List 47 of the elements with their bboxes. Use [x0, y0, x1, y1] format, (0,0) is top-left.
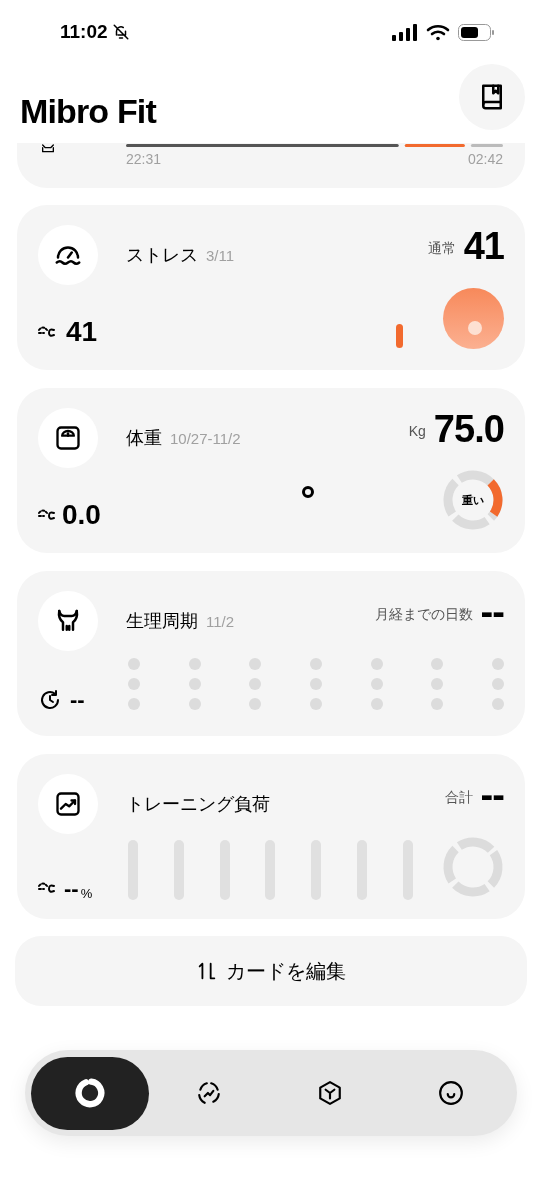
card-value: 75.0	[433, 410, 504, 448]
change-value: --	[64, 878, 79, 900]
bell-off-icon	[111, 23, 130, 41]
sleep-start: 22:31	[126, 150, 162, 169]
app-title: Mibro Fit	[20, 91, 156, 132]
metric-card[interactable]: 生理周期 11/2 月経までの日数 -- --	[17, 571, 525, 736]
card-title: ストレス	[126, 244, 198, 267]
stress-bar	[396, 324, 403, 348]
value-label: 合計	[444, 788, 473, 807]
smile-icon	[437, 1080, 464, 1106]
change-value: 0.0	[62, 501, 101, 529]
metric-card[interactable]: トレーニング負荷 合計 -- --%	[17, 754, 525, 919]
metric-card[interactable]: ストレス 3/11 通常 41 41	[17, 205, 525, 370]
scale-icon	[54, 424, 82, 452]
card-date: 10/27-11/2	[170, 429, 241, 449]
wifi-icon	[426, 23, 450, 41]
card-value: --	[480, 776, 504, 814]
card-title: 体重	[126, 427, 162, 450]
card-value: --	[480, 593, 504, 631]
card-date: 3/11	[206, 246, 235, 266]
cycle-length: --	[70, 689, 85, 711]
card-title: 生理周期	[126, 610, 198, 633]
signal-icon	[392, 23, 418, 41]
chart-icon	[54, 790, 82, 818]
metric-card[interactable]: 体重 10/27-11/2 Kg 75.0 0.0 重い	[17, 388, 525, 553]
value-label: Kg	[408, 422, 426, 441]
average-value: 41	[66, 318, 98, 346]
gauge-label: 重い	[462, 494, 484, 506]
status-time: 11:02	[60, 19, 108, 44]
sleep-end: 02:42	[467, 150, 503, 169]
nav-tab[interactable]	[31, 1056, 149, 1130]
stress-orb	[443, 288, 504, 349]
value-label: 月経までの日数	[374, 605, 473, 624]
hexagon-icon	[317, 1080, 343, 1106]
load-ring	[442, 836, 504, 898]
card-title: トレーニング負荷	[126, 793, 270, 816]
edit-cards-button[interactable]: カードを編集	[15, 936, 527, 1006]
data-point	[302, 486, 314, 498]
ring-icon	[73, 1076, 107, 1110]
battery-icon	[458, 23, 494, 41]
clock-icon	[38, 688, 62, 712]
weight-gauge	[442, 469, 504, 531]
change-unit: %	[80, 887, 93, 900]
value-label: 通常	[427, 239, 456, 258]
trend-circle-icon	[196, 1080, 223, 1106]
card-date: 11/2	[206, 612, 235, 632]
card-value: 41	[463, 227, 504, 265]
